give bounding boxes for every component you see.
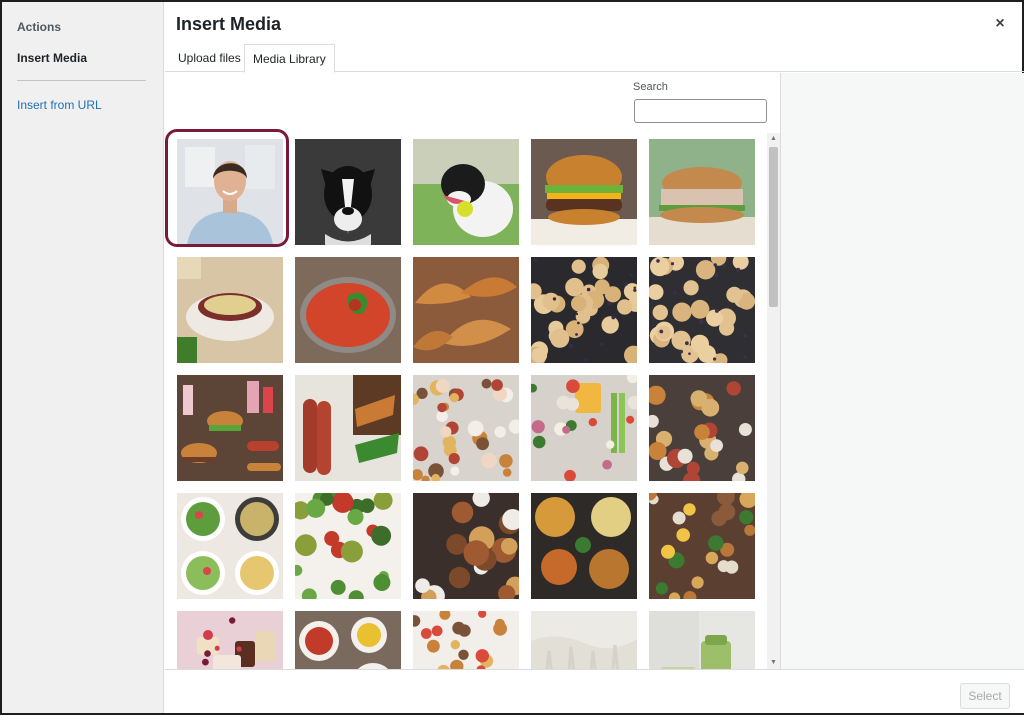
food-flatlay-image: [413, 375, 519, 481]
diner-spread-image: [177, 375, 283, 481]
dog-ball-image: [413, 139, 519, 245]
salad-collage-image: [177, 493, 283, 599]
spice-bowls-image: [649, 493, 755, 599]
search-input[interactable]: [634, 99, 767, 123]
media-thumbnail[interactable]: [531, 257, 637, 363]
modal-title: Insert Media: [176, 14, 282, 34]
media-thumbnail[interactable]: [413, 375, 519, 481]
dinner-table-image: [413, 493, 519, 599]
sidebar-item-insert-from-url[interactable]: Insert from URL: [17, 98, 102, 112]
soup-bowls-image: [531, 493, 637, 599]
scroll-thumb[interactable]: [769, 147, 778, 307]
tab-media-library[interactable]: Media Library: [244, 44, 335, 73]
attachment-details-panel: [780, 73, 1024, 669]
media-thumbnail[interactable]: [177, 611, 283, 669]
modal-footer: Select: [165, 669, 1024, 713]
scones-tray-image: [531, 257, 637, 363]
modal-frame: Actions Insert Media Insert from URL Ins…: [0, 0, 1024, 715]
ingredients-flatlay-image: [531, 375, 637, 481]
tomato-soup-image: [295, 257, 401, 363]
media-thumbnail[interactable]: [295, 139, 401, 245]
media-thumbnail[interactable]: [295, 257, 401, 363]
media-thumbnail[interactable]: [177, 375, 283, 481]
media-thumbnail[interactable]: [165, 129, 289, 247]
media-thumbnail[interactable]: [295, 611, 401, 669]
croissants-image: [413, 257, 519, 363]
media-thumbnail[interactable]: [531, 493, 637, 599]
white-fabric-image: [531, 611, 637, 669]
green-drink-image: [649, 611, 755, 669]
media-sidebar: Actions Insert Media Insert from URL: [2, 2, 164, 713]
select-button[interactable]: Select: [960, 683, 1010, 709]
scroll-down-icon[interactable]: ▼: [767, 657, 780, 669]
desserts-image: [177, 611, 283, 669]
tapas-image: [295, 611, 401, 669]
media-thumbnail[interactable]: [295, 375, 401, 481]
media-thumbnail[interactable]: [649, 375, 755, 481]
close-icon[interactable]: ×: [990, 14, 1010, 34]
sidebar-separator: [17, 80, 146, 81]
media-thumbnail[interactable]: [177, 493, 283, 599]
hot-dogs-image: [295, 375, 401, 481]
media-thumbnail[interactable]: [295, 493, 401, 599]
media-thumbnail[interactable]: [649, 611, 755, 669]
scroll-up-icon[interactable]: ▲: [767, 133, 780, 145]
media-tabs: Upload files Media Library: [165, 42, 1024, 73]
media-thumbnail[interactable]: [413, 493, 519, 599]
media-thumbnail[interactable]: [177, 257, 283, 363]
salad-plates-image: [295, 493, 401, 599]
woman-portrait-image: [177, 139, 283, 245]
search-label: Search: [633, 81, 668, 93]
media-library-panel: Search ▲ ▼: [165, 73, 780, 669]
media-thumbnail[interactable]: [531, 375, 637, 481]
sidebar-item-insert-media[interactable]: Insert Media: [17, 51, 87, 65]
canapes-image: [413, 611, 519, 669]
appetizer-table-image: [649, 375, 755, 481]
tab-upload-files[interactable]: Upload files: [170, 44, 249, 73]
scones-tray-2-image: [649, 257, 755, 363]
media-thumbnail[interactable]: [649, 493, 755, 599]
media-thumbnail[interactable]: [413, 139, 519, 245]
media-thumbnail[interactable]: [531, 611, 637, 669]
media-thumbnail[interactable]: [413, 611, 519, 669]
media-thumbnail[interactable]: [649, 257, 755, 363]
dog-bw-image: [295, 139, 401, 245]
soup-bowl-image: [177, 257, 283, 363]
scrollbar[interactable]: ▲ ▼: [767, 133, 780, 669]
burger-image: [531, 139, 637, 245]
media-thumbnail[interactable]: [413, 257, 519, 363]
tuna-sandwich-image: [649, 139, 755, 245]
media-thumbnail[interactable]: [531, 139, 637, 245]
sidebar-heading: Actions: [17, 20, 62, 34]
media-thumbnail[interactable]: [649, 139, 755, 245]
